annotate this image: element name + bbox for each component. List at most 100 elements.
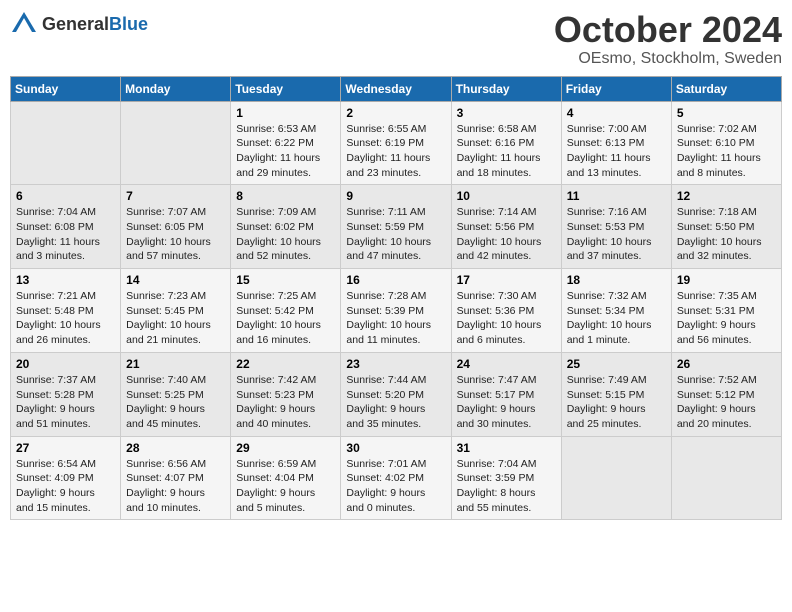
logo-icon	[10, 10, 38, 38]
calendar-cell: 7 Sunrise: 7:07 AMSunset: 6:05 PMDaylight…	[121, 185, 231, 269]
day-info: Sunrise: 7:09 AMSunset: 6:02 PMDaylight:…	[236, 205, 335, 264]
day-info: Sunrise: 7:30 AMSunset: 5:36 PMDaylight:…	[457, 289, 556, 348]
weekday-header-wednesday: Wednesday	[341, 76, 451, 101]
calendar-cell: 19 Sunrise: 7:35 AMSunset: 5:31 PMDayligh…	[671, 269, 781, 353]
day-number: 14	[126, 273, 225, 287]
day-number: 23	[346, 357, 445, 371]
calendar-cell: 21 Sunrise: 7:40 AMSunset: 5:25 PMDayligh…	[121, 352, 231, 436]
day-info: Sunrise: 7:11 AMSunset: 5:59 PMDaylight:…	[346, 205, 445, 264]
weekday-header-tuesday: Tuesday	[231, 76, 341, 101]
calendar-cell: 29Sunrise: 6:59 AMSunset: 4:04 PMDayligh…	[231, 436, 341, 520]
weekday-header-row: SundayMondayTuesdayWednesdayThursdayFrid…	[11, 76, 782, 101]
calendar-week-3: 13Sunrise: 7:21 AMSunset: 5:48 PMDayligh…	[11, 269, 782, 353]
weekday-header-thursday: Thursday	[451, 76, 561, 101]
day-number: 2	[346, 106, 445, 120]
calendar-table: SundayMondayTuesdayWednesdayThursdayFrid…	[10, 76, 782, 521]
day-number: 9	[346, 189, 445, 203]
calendar-cell: 16 Sunrise: 7:28 AMSunset: 5:39 PMDayligh…	[341, 269, 451, 353]
day-info: Sunrise: 7:40 AMSunset: 5:25 PMDaylight:…	[126, 373, 225, 432]
day-number: 13	[16, 273, 115, 287]
day-info: Sunrise: 7:23 AMSunset: 5:45 PMDaylight:…	[126, 289, 225, 348]
calendar-cell: 14 Sunrise: 7:23 AMSunset: 5:45 PMDayligh…	[121, 269, 231, 353]
calendar-cell: 3Sunrise: 6:58 AMSunset: 6:16 PMDaylight…	[451, 101, 561, 185]
weekday-header-monday: Monday	[121, 76, 231, 101]
calendar-cell: 4 Sunrise: 7:00 AMSunset: 6:13 PMDaylight…	[561, 101, 671, 185]
day-number: 7	[126, 189, 225, 203]
calendar-week-2: 6Sunrise: 7:04 AMSunset: 6:08 PMDaylight…	[11, 185, 782, 269]
calendar-cell: 22 Sunrise: 7:42 AMSunset: 5:23 PMDayligh…	[231, 352, 341, 436]
calendar-cell: 10 Sunrise: 7:14 AMSunset: 5:56 PMDayligh…	[451, 185, 561, 269]
logo-general: General	[42, 14, 109, 34]
day-number: 22	[236, 357, 335, 371]
day-info: Sunrise: 7:25 AMSunset: 5:42 PMDaylight:…	[236, 289, 335, 348]
calendar-cell: 28 Sunrise: 6:56 AMSunset: 4:07 PMDayligh…	[121, 436, 231, 520]
day-number: 1	[236, 106, 335, 120]
day-number: 29	[236, 441, 335, 455]
day-info: Sunrise: 7:00 AMSunset: 6:13 PMDaylight:…	[567, 122, 666, 181]
day-number: 21	[126, 357, 225, 371]
weekday-header-saturday: Saturday	[671, 76, 781, 101]
calendar-cell	[11, 101, 121, 185]
day-number: 11	[567, 189, 666, 203]
day-number: 26	[677, 357, 776, 371]
day-info: Sunrise: 7:35 AMSunset: 5:31 PMDaylight:…	[677, 289, 776, 348]
day-info: Sunrise: 7:07 AMSunset: 6:05 PMDaylight:…	[126, 205, 225, 264]
calendar-cell: 8Sunrise: 7:09 AMSunset: 6:02 PMDaylight…	[231, 185, 341, 269]
day-number: 31	[457, 441, 556, 455]
day-number: 5	[677, 106, 776, 120]
calendar-cell: 31 Sunrise: 7:04 AMSunset: 3:59 PMDayligh…	[451, 436, 561, 520]
day-number: 3	[457, 106, 556, 120]
calendar-cell	[561, 436, 671, 520]
day-info: Sunrise: 7:14 AMSunset: 5:56 PMDaylight:…	[457, 205, 556, 264]
day-number: 16	[346, 273, 445, 287]
month-title: October 2024	[554, 10, 782, 50]
day-number: 10	[457, 189, 556, 203]
day-info: Sunrise: 7:04 AMSunset: 3:59 PMDaylight:…	[457, 457, 556, 516]
day-info: Sunrise: 7:52 AMSunset: 5:12 PMDaylight:…	[677, 373, 776, 432]
logo: GeneralBlue	[10, 10, 148, 38]
day-info: Sunrise: 7:28 AMSunset: 5:39 PMDaylight:…	[346, 289, 445, 348]
calendar-cell: 30Sunrise: 7:01 AMSunset: 4:02 PMDayligh…	[341, 436, 451, 520]
day-info: Sunrise: 7:18 AMSunset: 5:50 PMDaylight:…	[677, 205, 776, 264]
day-number: 18	[567, 273, 666, 287]
calendar-cell: 6Sunrise: 7:04 AMSunset: 6:08 PMDaylight…	[11, 185, 121, 269]
day-info: Sunrise: 7:16 AMSunset: 5:53 PMDaylight:…	[567, 205, 666, 264]
day-number: 15	[236, 273, 335, 287]
calendar-cell: 9 Sunrise: 7:11 AMSunset: 5:59 PMDaylight…	[341, 185, 451, 269]
calendar-cell: 24 Sunrise: 7:47 AMSunset: 5:17 PMDayligh…	[451, 352, 561, 436]
calendar-cell: 25Sunrise: 7:49 AMSunset: 5:15 PMDayligh…	[561, 352, 671, 436]
title-block: October 2024 OEsmo, Stockholm, Sweden	[554, 10, 782, 68]
calendar-cell: 2 Sunrise: 6:55 AMSunset: 6:19 PMDaylight…	[341, 101, 451, 185]
day-number: 28	[126, 441, 225, 455]
day-info: Sunrise: 7:47 AMSunset: 5:17 PMDaylight:…	[457, 373, 556, 432]
day-info: Sunrise: 7:32 AMSunset: 5:34 PMDaylight:…	[567, 289, 666, 348]
calendar-cell: 26 Sunrise: 7:52 AMSunset: 5:12 PMDayligh…	[671, 352, 781, 436]
calendar-cell: 11 Sunrise: 7:16 AMSunset: 5:53 PMDayligh…	[561, 185, 671, 269]
day-info: Sunrise: 7:01 AMSunset: 4:02 PMDaylight:…	[346, 457, 445, 516]
day-info: Sunrise: 6:54 AMSunset: 4:09 PMDaylight:…	[16, 457, 115, 516]
calendar-cell: 13Sunrise: 7:21 AMSunset: 5:48 PMDayligh…	[11, 269, 121, 353]
calendar-cell: 27 Sunrise: 6:54 AMSunset: 4:09 PMDayligh…	[11, 436, 121, 520]
calendar-week-4: 20 Sunrise: 7:37 AMSunset: 5:28 PMDayligh…	[11, 352, 782, 436]
calendar-week-1: 1Sunrise: 6:53 AMSunset: 6:22 PMDaylight…	[11, 101, 782, 185]
day-number: 19	[677, 273, 776, 287]
weekday-header-sunday: Sunday	[11, 76, 121, 101]
day-info: Sunrise: 7:37 AMSunset: 5:28 PMDaylight:…	[16, 373, 115, 432]
day-number: 4	[567, 106, 666, 120]
day-number: 20	[16, 357, 115, 371]
day-info: Sunrise: 6:55 AMSunset: 6:19 PMDaylight:…	[346, 122, 445, 181]
calendar-cell: 12Sunrise: 7:18 AMSunset: 5:50 PMDayligh…	[671, 185, 781, 269]
calendar-cell: 5Sunrise: 7:02 AMSunset: 6:10 PMDaylight…	[671, 101, 781, 185]
day-info: Sunrise: 7:49 AMSunset: 5:15 PMDaylight:…	[567, 373, 666, 432]
calendar-cell: 18 Sunrise: 7:32 AMSunset: 5:34 PMDayligh…	[561, 269, 671, 353]
day-number: 24	[457, 357, 556, 371]
day-info: Sunrise: 7:42 AMSunset: 5:23 PMDaylight:…	[236, 373, 335, 432]
day-number: 6	[16, 189, 115, 203]
day-number: 17	[457, 273, 556, 287]
day-info: Sunrise: 6:56 AMSunset: 4:07 PMDaylight:…	[126, 457, 225, 516]
day-number: 27	[16, 441, 115, 455]
calendar-cell: 20 Sunrise: 7:37 AMSunset: 5:28 PMDayligh…	[11, 352, 121, 436]
calendar-cell: 15 Sunrise: 7:25 AMSunset: 5:42 PMDayligh…	[231, 269, 341, 353]
day-info: Sunrise: 7:44 AMSunset: 5:20 PMDaylight:…	[346, 373, 445, 432]
calendar-cell	[121, 101, 231, 185]
